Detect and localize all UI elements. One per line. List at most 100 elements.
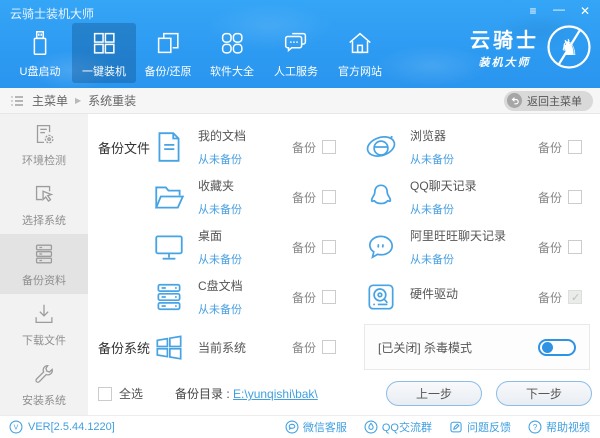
svg-text:V: V xyxy=(14,425,19,432)
sidebar-item-download-files[interactable]: 下载文件 xyxy=(0,294,88,354)
sidebar-item-label: 备份资料 xyxy=(22,272,66,288)
backup-item-current-system: 备份系统 当前系统 备份 xyxy=(98,330,330,364)
back-to-main-menu-button[interactable]: 返回主菜单 xyxy=(504,91,593,111)
svg-text:?: ? xyxy=(533,423,538,432)
sidebar-item-env-check[interactable]: 环境检测 xyxy=(0,114,88,174)
backup-item-title: 浏览器 xyxy=(410,127,516,144)
previous-step-button[interactable]: 上一步 xyxy=(386,381,482,406)
status-link-label: 问题反馈 xyxy=(467,419,511,435)
usb-drive-icon xyxy=(25,28,55,58)
windows-grid-icon xyxy=(89,28,119,58)
feedback-icon xyxy=(449,420,463,434)
backup-checkbox[interactable] xyxy=(568,190,582,204)
backup-status: 从未备份 xyxy=(198,251,292,267)
wechat-icon xyxy=(285,420,299,434)
sidebar-item-label: 选择系统 xyxy=(22,212,66,228)
qq-group-link[interactable]: QQ交流群 xyxy=(364,419,432,435)
backup-checkbox[interactable] xyxy=(322,190,336,204)
home-icon xyxy=(345,28,375,58)
sidebar-item-backup-data[interactable]: 备份资料 xyxy=(0,234,88,294)
wangwang-icon xyxy=(364,230,398,264)
version-label: VER[2.5.44.1220] xyxy=(28,421,115,433)
backup-item-title: 我的文档 xyxy=(198,127,292,144)
backup-checkbox[interactable] xyxy=(568,140,582,154)
status-bar: V VER[2.5.44.1220] 微信客服 QQ交流群 xyxy=(0,415,600,438)
files-section-label: 备份文件 xyxy=(98,138,152,157)
c-drive-icon xyxy=(152,280,186,314)
menu-icon[interactable]: ≡ xyxy=(526,5,540,17)
brand-name: 云骑士 xyxy=(470,24,539,53)
backup-label: 备份 xyxy=(538,239,562,256)
nav-official-website[interactable]: 官方网站 xyxy=(328,23,392,83)
antivirus-cell: [已关闭] 杀毒模式 xyxy=(330,324,592,370)
version-info: V VER[2.5.44.1220] xyxy=(9,420,115,434)
backup-item-browser: 浏览器 从未备份 备份 xyxy=(330,127,592,167)
help-videos-link[interactable]: ? 帮助视频 xyxy=(528,419,590,435)
feedback-link[interactable]: 问题反馈 xyxy=(449,419,511,435)
nav-usb-boot[interactable]: U盘启动 xyxy=(8,23,72,83)
backup-checkbox[interactable] xyxy=(322,140,336,154)
backup-row: 收藏夹 从未备份 备份 QQ聊天记录 从未备份 备份 xyxy=(98,172,592,222)
wechat-support-link[interactable]: 微信客服 xyxy=(285,419,347,435)
breadcrumb-root[interactable]: 主菜单 xyxy=(32,92,68,109)
backup-item-title: C盘文档 xyxy=(198,277,292,294)
backup-directory-label: 备份目录 : xyxy=(175,387,230,401)
status-links: 微信客服 QQ交流群 问题反馈 xyxy=(285,419,590,435)
backup-item-desktop: 桌面 从未备份 备份 xyxy=(98,227,330,267)
document-icon xyxy=(152,130,186,164)
backup-label: 备份 xyxy=(538,289,562,306)
nav-label: 软件大全 xyxy=(210,63,254,79)
backup-item-title: 收藏夹 xyxy=(198,177,292,194)
hardware-drive-icon xyxy=(364,280,398,314)
qq-icon xyxy=(364,180,398,214)
env-check-icon xyxy=(31,121,57,147)
download-icon xyxy=(31,301,57,327)
backup-item-title: 阿里旺旺聊天记录 xyxy=(410,227,516,244)
windows-icon xyxy=(152,330,186,364)
backup-label: 备份 xyxy=(292,139,316,156)
backup-checkbox[interactable] xyxy=(568,240,582,254)
select-all-checkbox[interactable] xyxy=(98,387,112,401)
backup-item-c-drive-docs: C盘文档 从未备份 备份 xyxy=(98,277,330,317)
back-button-label: 返回主菜单 xyxy=(527,93,582,109)
knight-emblem-icon: ♞ xyxy=(546,24,592,70)
list-menu-icon xyxy=(9,93,25,109)
nav-software-collection[interactable]: 软件大全 xyxy=(200,23,264,83)
backup-row: 备份文件 我的文档 从未备份 备份 xyxy=(98,122,592,172)
window-controls: ≡ — ✕ xyxy=(526,5,592,17)
nav-backup-restore[interactable]: 备份/还原 xyxy=(136,23,200,83)
footer-controls: 全选 备份目录 : E:\yunqishi\bak\ 上一步 下一步 xyxy=(98,372,592,415)
wrench-icon xyxy=(31,361,57,387)
backup-directory-link[interactable]: E:\yunqishi\bak\ xyxy=(233,387,318,401)
system-section-label: 备份系统 xyxy=(98,338,152,357)
backup-item-my-documents: 备份文件 我的文档 从未备份 备份 xyxy=(98,127,330,167)
nav-one-click-install[interactable]: 一键装机 xyxy=(72,23,136,83)
sidebar-item-select-system[interactable]: 选择系统 xyxy=(0,174,88,234)
sidebar-item-label: 安装系统 xyxy=(22,392,66,408)
brand-subtitle: 装机大师 xyxy=(470,54,539,70)
sidebar-item-install-system[interactable]: 安装系统 xyxy=(0,354,88,414)
backup-item-qq-chat: QQ聊天记录 从未备份 备份 xyxy=(330,177,592,217)
nav-human-service[interactable]: 人工服务 xyxy=(264,23,328,83)
backup-checkbox[interactable] xyxy=(322,290,336,304)
backup-checkbox[interactable] xyxy=(322,340,336,354)
antivirus-mode-toggle[interactable] xyxy=(538,339,576,356)
backup-checkbox[interactable] xyxy=(322,240,336,254)
backup-status: 从未备份 xyxy=(410,201,516,217)
backup-item-title: QQ聊天记录 xyxy=(410,177,516,194)
body: 环境检测 选择系统 备份资料 xyxy=(0,114,600,415)
status-link-label: 帮助视频 xyxy=(546,419,590,435)
close-icon[interactable]: ✕ xyxy=(578,5,592,17)
backup-checkbox[interactable] xyxy=(568,290,582,304)
next-step-button[interactable]: 下一步 xyxy=(496,381,592,406)
wizard-buttons: 上一步 下一步 xyxy=(386,381,592,406)
backup-label: 备份 xyxy=(538,139,562,156)
backup-item-wangwang-chat: 阿里旺旺聊天记录 从未备份 备份 xyxy=(330,227,592,267)
backup-item-title: 桌面 xyxy=(198,227,292,244)
backup-status: 从未备份 xyxy=(198,151,292,167)
minimize-icon[interactable]: — xyxy=(552,3,566,15)
breadcrumb-current: 系统重装 xyxy=(88,92,136,109)
ie-browser-icon xyxy=(364,130,398,164)
backup-item-title: 当前系统 xyxy=(198,339,292,356)
window-title: 云骑士装机大师 xyxy=(10,5,94,22)
